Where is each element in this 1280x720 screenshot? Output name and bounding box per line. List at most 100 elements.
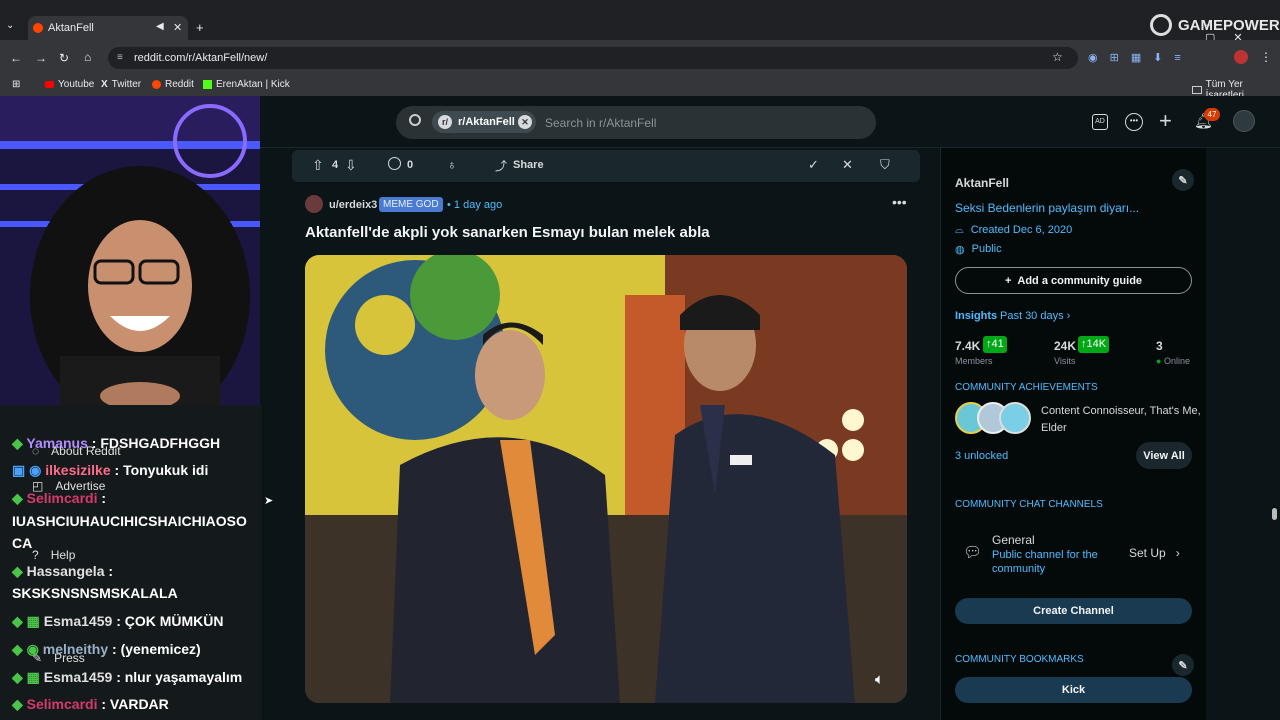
user-avatar[interactable] [1233, 110, 1255, 132]
chat-line: CA [12, 535, 32, 551]
page-scrollbar[interactable] [1268, 148, 1280, 720]
comment-count: 0 [407, 159, 414, 171]
add-community-guide-button[interactable]: + Add a community guide [955, 267, 1192, 294]
chat-badge-icon: ◆ [12, 563, 27, 579]
bookmark-kick-button[interactable]: Kick [955, 677, 1192, 703]
downvote-icon[interactable]: ⇩ [345, 157, 357, 174]
profile-avatar[interactable] [1234, 50, 1248, 64]
chat-message: CA [12, 535, 33, 551]
upvote-icon[interactable]: ⇧ [312, 157, 324, 174]
reddit-icon [152, 80, 161, 89]
post-title[interactable]: Aktanfell'de akpli yok sanarken Esmayı b… [305, 224, 710, 241]
create-post-icon[interactable]: + [1159, 108, 1172, 134]
edit-community-icon[interactable]: ✎ [1172, 169, 1194, 191]
insights-period-link[interactable]: Past 30 days › [1000, 310, 1070, 322]
community-name: AktanFell [955, 176, 1010, 190]
remove-icon[interactable]: ✕ [842, 157, 853, 173]
online-value: 3 [1156, 339, 1163, 353]
bookmark-twitter[interactable]: X Twitter [101, 79, 141, 90]
chat-message: : [108, 563, 114, 579]
chat-line: ◆ ▦ Esma1459 : nlur yaşamayalım [12, 669, 242, 686]
clear-chip-icon[interactable]: ✕ [518, 115, 532, 129]
post-action-bar: ⇧ 4 ⇩ 0 ♁ ⤴ Share ✓ ✕ ⛉ [292, 150, 920, 182]
webcam-overlay [0, 96, 260, 406]
address-bar[interactable]: ≡ reddit.com/r/AktanFell/new/ [108, 47, 1078, 69]
achievement-badges-icon [955, 402, 1033, 434]
author-avatar[interactable] [305, 195, 323, 213]
chat-badge-icon: ◆ [12, 696, 27, 712]
chat-username: Esma1459 [43, 613, 113, 629]
post-author[interactable]: u/erdeix3 [329, 199, 377, 211]
post-video[interactable]: 🔈︎ [305, 255, 907, 703]
tab-search-icon[interactable]: ⌄ [6, 20, 14, 31]
cake-icon: ⌓ [955, 224, 964, 236]
mod-shield-icon[interactable]: ⛉ [880, 157, 890, 173]
apps-icon[interactable]: ⊞ [12, 79, 20, 90]
chat-icon[interactable]: ••• [1125, 113, 1143, 131]
bookmark-youtube[interactable]: Youtube [45, 79, 94, 90]
help-icon: ? [32, 548, 39, 562]
visits-label: Visits [1054, 356, 1076, 366]
ad-icon[interactable]: AD [1092, 114, 1108, 130]
chat-line: ◆ Hassangela : [12, 563, 113, 580]
bookmark-star-icon[interactable]: ☆ [1052, 50, 1063, 64]
approve-icon[interactable]: ✓ [808, 157, 819, 173]
plus-icon: + [1004, 274, 1012, 287]
chat-message: : VARDAR [101, 696, 169, 712]
search-input[interactable]: Search in r/AktanFell [545, 116, 656, 130]
award-icon[interactable]: ♁ [447, 157, 457, 172]
chat-message: : [101, 490, 107, 506]
kick-icon [203, 80, 212, 89]
edit-bookmarks-icon[interactable]: ✎ [1172, 654, 1194, 676]
gamepower-logo-icon [1150, 14, 1172, 36]
bookmark-reddit[interactable]: Reddit [152, 79, 194, 90]
chat-badge-icon: ◆ [12, 435, 27, 451]
chat-line: ◆ ◉ melneithy : (yenemicez) [12, 641, 201, 658]
achievements-title: COMMUNITY ACHIEVEMENTS [955, 382, 1098, 393]
chat-username: melneithy [42, 641, 109, 657]
insights-label: Insights [955, 310, 998, 322]
back-icon[interactable]: ← [10, 51, 22, 65]
chat-username: Selimcardi [26, 696, 98, 712]
chat-badge-icon: ◆ ▦ [12, 669, 44, 685]
browser-tab[interactable]: AktanFell ◀ ✕ [28, 16, 188, 40]
chat-message: : ÇOK MÜMKÜN [116, 613, 224, 629]
community-chip[interactable]: r/ r/AktanFell ✕ [432, 111, 536, 133]
close-tab-icon[interactable]: ✕ [173, 21, 182, 34]
forward-icon[interactable]: → [35, 51, 47, 65]
chat-username: ilkesizilke [45, 462, 111, 478]
home-icon[interactable]: ⌂ [84, 50, 91, 64]
menu-icon[interactable]: ⋮ [1260, 50, 1272, 64]
share-label[interactable]: Share [513, 159, 544, 171]
menu-help[interactable]: ? Help [32, 548, 75, 562]
reload-icon[interactable]: ↻ [59, 51, 69, 65]
chat-badge-icon: ◆ [12, 490, 27, 506]
new-tab-icon[interactable]: + [196, 20, 204, 35]
webcam-image [0, 96, 260, 406]
view-all-button[interactable]: View All [1136, 442, 1192, 469]
mute-icon[interactable]: ◀ [156, 21, 164, 32]
youtube-icon [45, 81, 54, 88]
chat-message: : (yenemicez) [112, 641, 201, 657]
extensions-icons[interactable]: ◉⊞▦⬇≡ [1088, 51, 1193, 64]
post-time: • 1 day ago [447, 199, 503, 211]
tab-title: AktanFell [48, 22, 94, 34]
unlocked-count: 3 unlocked [955, 450, 1009, 462]
video-frame [305, 255, 907, 703]
bookmark-kick[interactable]: ErenAktan | Kick [203, 79, 290, 90]
browser-tab-bar [0, 0, 1280, 40]
site-info-icon[interactable]: ≡ [117, 52, 123, 63]
chat-message: : Tonyukuk idi [114, 462, 209, 478]
chat-line: SKSKSNSNSMSKALALA [12, 585, 178, 601]
share-icon[interactable]: ⤴ [495, 157, 507, 174]
globe-icon: ◍ [955, 244, 965, 256]
scrollbar-thumb[interactable] [1272, 508, 1277, 520]
comment-icon[interactable] [388, 157, 401, 170]
set-up-button[interactable]: Set Up › [1129, 546, 1180, 560]
post-overflow-icon[interactable]: ••• [892, 194, 907, 210]
vote-count: 4 [332, 159, 339, 171]
create-channel-button[interactable]: Create Channel [955, 598, 1192, 624]
x-icon: X [101, 79, 108, 90]
volume-icon[interactable]: 🔈︎ [875, 671, 884, 688]
chevron-right-icon: › [1175, 546, 1180, 560]
